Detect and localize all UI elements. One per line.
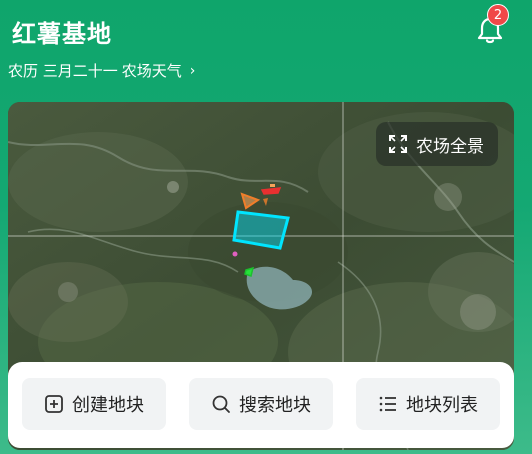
action-bar: 创建地块 搜索地块 地块列表 bbox=[8, 362, 514, 448]
parcel-cyan[interactable] bbox=[232, 210, 290, 250]
date-weather-row[interactable]: 农历 三月二十一 农场天气 › bbox=[8, 60, 195, 81]
farm-panorama-button[interactable]: 农场全景 bbox=[376, 122, 498, 166]
parcel-green[interactable] bbox=[244, 266, 255, 277]
search-parcel-button[interactable]: 搜索地块 bbox=[189, 378, 333, 430]
create-parcel-button[interactable]: 创建地块 bbox=[22, 378, 166, 430]
plus-square-icon bbox=[45, 395, 63, 413]
farm-panorama-label: 农场全景 bbox=[416, 136, 484, 157]
create-parcel-label: 创建地块 bbox=[72, 395, 144, 416]
search-parcel-label: 搜索地块 bbox=[239, 395, 311, 416]
chevron-right-icon: › bbox=[189, 62, 196, 79]
parcel-list-label: 地块列表 bbox=[406, 395, 478, 416]
search-icon bbox=[212, 395, 230, 413]
parcel-list-button[interactable]: 地块列表 bbox=[356, 378, 500, 430]
list-icon bbox=[379, 396, 396, 412]
expand-icon bbox=[389, 135, 407, 153]
page-title: 红薯基地 bbox=[12, 20, 112, 48]
parcel-orange-dot[interactable] bbox=[270, 184, 275, 187]
parcel-pink[interactable] bbox=[232, 251, 238, 257]
lunar-date: 农历 三月二十一 bbox=[8, 62, 118, 80]
notification-badge[interactable]: 2 bbox=[487, 4, 509, 26]
farm-weather-link[interactable]: 农场天气 bbox=[122, 60, 182, 81]
